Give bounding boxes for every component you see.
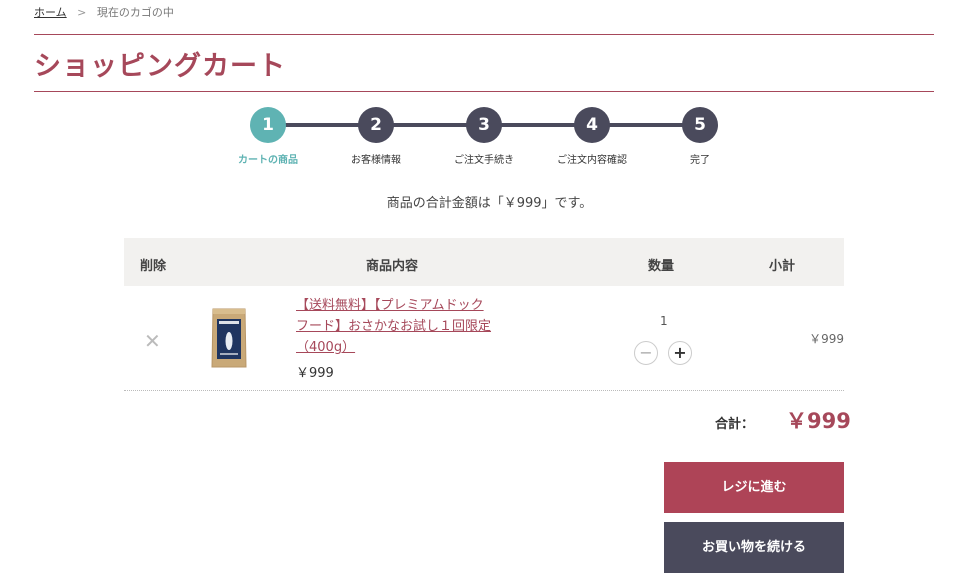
step-number: 4 [574, 107, 610, 143]
cart-table-header: 削除 商品内容 数量 小計 [124, 238, 844, 286]
step-number: 1 [250, 107, 286, 143]
step-4: 4 ご注文内容確認 [542, 107, 642, 166]
step-label: ご注文手続き [454, 155, 514, 166]
header-product: 商品内容 [366, 259, 419, 274]
header-subtotal: 小計 [769, 259, 796, 274]
step-2: 2 お客様情報 [326, 107, 426, 166]
breadcrumb-separator: > [77, 6, 87, 19]
total-label: 合計： [715, 417, 755, 432]
breadcrumb: ホーム > 現在のカゴの中 [34, 4, 174, 20]
continue-shopping-button[interactable]: お買い物を続ける [664, 522, 844, 573]
step-label: カートの商品 [238, 155, 298, 166]
step-label: お客様情報 [351, 155, 401, 166]
cart-total-message: 商品の合計金額は「￥999」です。 [386, 196, 593, 211]
checkout-steps: 1 カートの商品 2 お客様情報 3 ご注文手続き 4 ご注文内容確認 5 完了 [226, 105, 726, 170]
step-1: 1 カートの商品 [218, 107, 318, 166]
checkout-button[interactable]: レジに進む [664, 462, 844, 513]
product-image [211, 308, 247, 368]
step-5: 5 完了 [650, 107, 750, 166]
item-subtotal: ￥999 [809, 332, 844, 346]
page-title: ショッピングカート [34, 51, 286, 82]
total-value: ￥999 [786, 409, 851, 433]
product-price: ￥999 [296, 366, 334, 381]
increase-quantity-button[interactable]: + [668, 341, 692, 365]
product-name-link[interactable]: 【送料無料】【プレミアムドックフード】おさかなお試し１回限定（400g） [296, 295, 496, 358]
breadcrumb-current: 現在のカゴの中 [96, 6, 174, 19]
remove-item-button[interactable]: ✕ [144, 329, 161, 353]
step-label: ご注文内容確認 [557, 155, 627, 166]
step-3: 3 ご注文手続き [434, 107, 534, 166]
title-section: ショッピングカート [34, 34, 934, 92]
header-quantity: 数量 [648, 259, 675, 274]
step-number: 5 [682, 107, 718, 143]
header-delete: 削除 [140, 259, 167, 274]
quantity-value: 1 [660, 314, 668, 328]
step-number: 2 [358, 107, 394, 143]
step-label: 完了 [690, 155, 710, 166]
breadcrumb-home-link[interactable]: ホーム [34, 6, 67, 19]
step-number: 3 [466, 107, 502, 143]
cart-item-row: ✕ 【送料無料】【プレミアムドックフード】おさかなお試し１回限定（400g） ￥… [124, 287, 844, 391]
decrease-quantity-button[interactable]: − [634, 341, 658, 365]
